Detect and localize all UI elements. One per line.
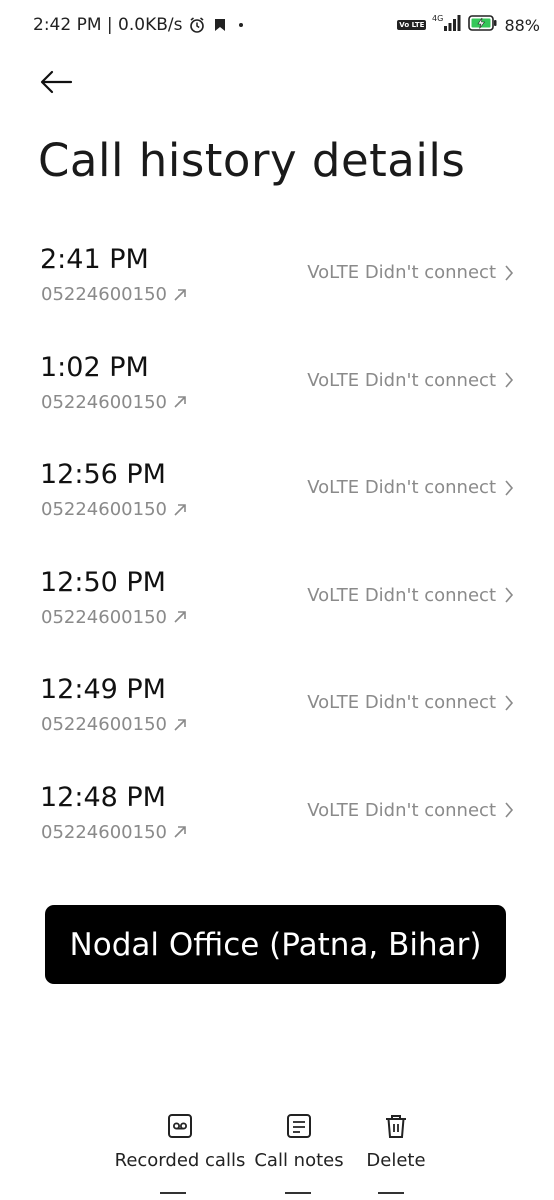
chevron-right-icon — [505, 264, 514, 281]
recorded-calls-button[interactable]: Recorded calls — [112, 1108, 248, 1171]
outgoing-call-icon — [174, 719, 186, 731]
call-row[interactable]: 12:50 PM 05224600150 VoLTE Didn't connec… — [0, 555, 554, 663]
chevron-right-icon — [505, 587, 514, 603]
outgoing-call-icon — [174, 288, 186, 301]
recorded-calls-label: Recorded calls — [114, 1150, 246, 1171]
call-time: 2:41 PM — [40, 244, 149, 275]
volte-icon: Vo LTE — [397, 20, 427, 30]
nav-hint-stroke — [378, 1192, 404, 1200]
battery-charging-icon — [468, 14, 498, 36]
call-number: 05224600150 — [41, 284, 167, 305]
call-notes-label: Call notes — [254, 1150, 344, 1171]
call-number-line: 05224600150 — [41, 714, 187, 735]
bottom-toolbar: Recorded calls Call notes Delete — [0, 1108, 554, 1178]
call-status: VoLTE Didn't connect — [307, 477, 514, 498]
outgoing-call-icon — [174, 826, 186, 839]
status-right: Vo LTE 4G 88% — [397, 13, 540, 37]
call-row[interactable]: 12:49 PM 05224600150 VoLTE Didn't connec… — [0, 662, 554, 770]
call-time: 1:02 PM — [40, 351, 149, 383]
call-time: 12:48 PM — [40, 781, 166, 813]
call-number: 05224600150 — [41, 499, 167, 521]
navigation-hint — [0, 1190, 554, 1200]
chevron-right-icon — [505, 695, 514, 711]
call-status-text: VoLTE Didn't connect — [307, 584, 496, 606]
call-status: VoLTE Didn't connect — [307, 800, 514, 821]
outgoing-call-icon — [174, 396, 186, 408]
dot-icon — [234, 18, 248, 32]
call-number: 05224600150 — [41, 821, 167, 843]
call-status: VoLTE Didn't connect — [307, 262, 514, 283]
back-button[interactable] — [36, 64, 76, 100]
call-status: VoLTE Didn't connect — [307, 585, 514, 606]
call-time: 12:56 PM — [40, 459, 166, 491]
status-time-speed: 2:42 PM | 0.0KB/s — [33, 15, 183, 35]
status-left: 2:42 PM | 0.0KB/s — [33, 15, 248, 35]
call-number: 05224600150 — [41, 391, 167, 413]
call-notes-button[interactable]: Call notes — [252, 1108, 346, 1171]
call-status-text: VoLTE Didn't connect — [307, 262, 496, 283]
trash-icon — [382, 1108, 410, 1144]
call-time: 12:49 PM — [40, 674, 166, 706]
call-status-text: VoLTE Didn't connect — [307, 799, 496, 821]
alarm-icon — [188, 16, 206, 34]
nav-hint-stroke — [160, 1192, 186, 1200]
call-number-line: 05224600150 — [41, 392, 187, 413]
call-number-line: 05224600150 — [41, 822, 187, 843]
call-row[interactable]: 12:48 PM 05224600150 VoLTE Didn't connec… — [0, 770, 554, 878]
call-number: 05224600150 — [41, 714, 167, 736]
network-type-label: 4G — [432, 14, 443, 23]
outgoing-call-icon — [174, 503, 186, 516]
call-row[interactable]: 12:56 PM 05224600150 VoLTE Didn't connec… — [0, 447, 554, 555]
call-status-text: VoLTE Didn't connect — [307, 369, 496, 391]
call-number-line: 05224600150 — [41, 499, 187, 520]
banner-text: Nodal Office (Patna, Bihar) — [69, 926, 482, 963]
nav-hint-stroke — [285, 1192, 311, 1200]
chevron-right-icon — [505, 372, 514, 388]
call-status-text: VoLTE Didn't connect — [307, 477, 496, 499]
call-number-line: 05224600150 — [41, 284, 187, 305]
call-number: 05224600150 — [41, 606, 167, 628]
recording-icon — [166, 1108, 194, 1144]
chevron-right-icon — [505, 802, 514, 818]
signal-icon: 4G — [432, 13, 462, 37]
call-number-line: 05224600150 — [41, 607, 187, 628]
battery-percent: 88% — [504, 15, 540, 35]
notes-icon — [285, 1108, 313, 1144]
call-status: VoLTE Didn't connect — [307, 692, 514, 713]
delete-button[interactable]: Delete — [360, 1108, 432, 1171]
page-title: Call history details — [38, 134, 466, 187]
call-list: 2:41 PM 05224600150 VoLTE Didn't connect… — [0, 232, 554, 878]
chevron-right-icon — [505, 480, 514, 496]
call-status: VoLTE Didn't connect — [307, 370, 514, 391]
call-status-text: VoLTE Didn't connect — [307, 692, 496, 714]
notification-icon — [212, 17, 228, 33]
call-row[interactable]: 1:02 PM 05224600150 VoLTE Didn't connect — [0, 340, 554, 448]
outgoing-call-icon — [174, 611, 186, 623]
nodal-office-banner: Nodal Office (Patna, Bihar) — [45, 905, 506, 984]
delete-label: Delete — [366, 1150, 426, 1171]
call-time: 12:50 PM — [40, 566, 166, 598]
back-arrow-icon — [40, 70, 73, 94]
call-row[interactable]: 2:41 PM 05224600150 VoLTE Didn't connect — [0, 232, 554, 340]
status-bar: 2:42 PM | 0.0KB/s Vo LTE 4G 88% — [0, 0, 554, 50]
